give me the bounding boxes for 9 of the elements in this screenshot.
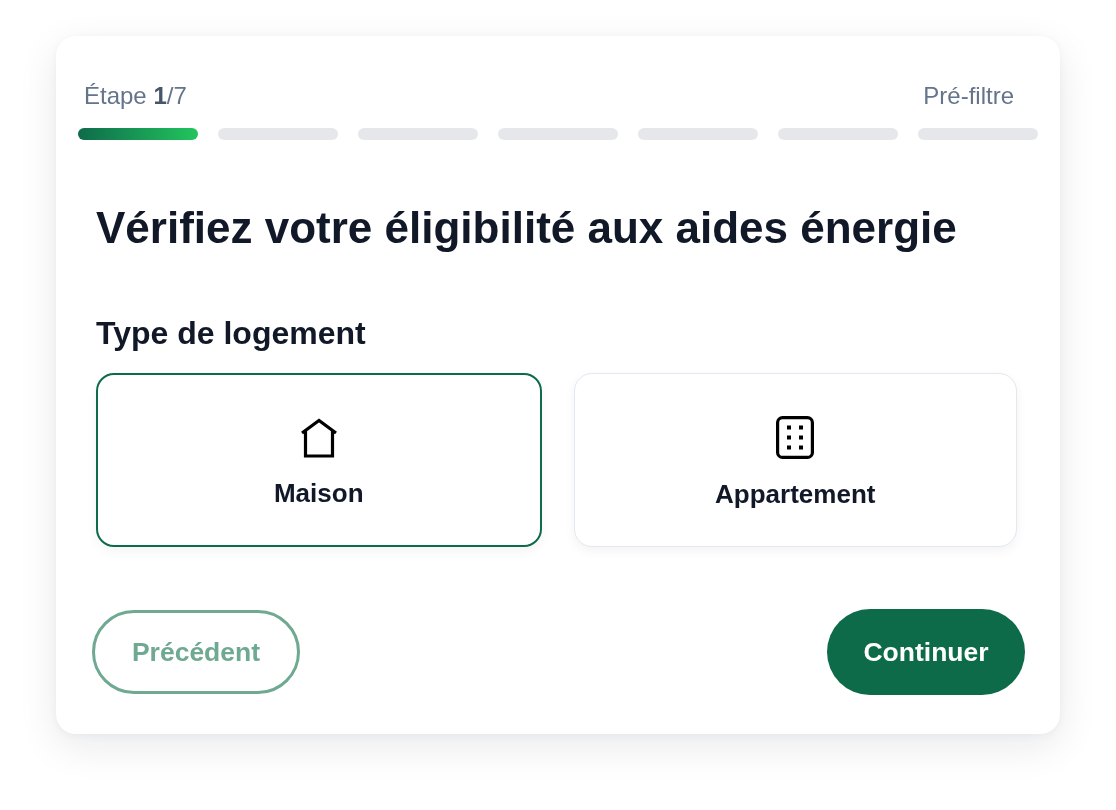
page-title: Vérifiez votre éligibilité aux aides énergie — [96, 202, 958, 254]
field-label: Type de logement — [96, 314, 367, 352]
continue-button[interactable]: Continuer — [827, 609, 1025, 695]
building-icon — [776, 416, 815, 459]
housing-option[interactable]: Appartement — [573, 373, 1017, 547]
house-icon — [298, 417, 339, 458]
housing-option[interactable]: Maison — [96, 373, 542, 547]
step-counter: Étape 1/7 — [84, 82, 187, 110]
stage-label: Pré-filtre — [923, 82, 1014, 110]
